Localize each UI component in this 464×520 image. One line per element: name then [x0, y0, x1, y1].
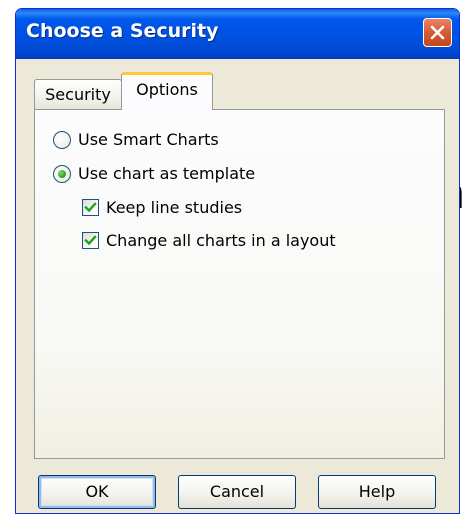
use-smart-charts-radio[interactable]: [53, 130, 71, 149]
close-icon: [430, 25, 445, 40]
choose-security-dialog: Choose a Security Security Options Use S…: [15, 8, 460, 514]
dialog-body: Security Options Use Smart Charts Use ch…: [20, 59, 455, 509]
tab-options[interactable]: Options: [121, 72, 213, 110]
change-all-charts-label: Change all charts in a layout: [106, 231, 336, 250]
use-chart-as-template-radio[interactable]: [53, 164, 71, 183]
change-all-charts-option[interactable]: Change all charts in a layout: [82, 231, 336, 250]
keep-line-studies-label: Keep line studies: [106, 198, 243, 217]
use-chart-as-template-label: Use chart as template: [78, 164, 256, 183]
use-smart-charts-label: Use Smart Charts: [78, 130, 219, 149]
check-mark-icon: [84, 202, 97, 213]
close-button[interactable]: [423, 18, 452, 47]
title-bar[interactable]: Choose a Security: [16, 9, 459, 59]
dialog-title: Choose a Security: [26, 20, 219, 42]
options-tab-panel: Use Smart Charts Use chart as template K…: [34, 109, 445, 459]
radio-selected-dot: [58, 169, 66, 178]
ok-button[interactable]: OK: [38, 475, 156, 509]
change-all-charts-checkbox[interactable]: [82, 232, 99, 249]
screen: n Choose a Security Security Options Use…: [0, 0, 464, 520]
help-button[interactable]: Help: [318, 475, 436, 509]
cancel-button[interactable]: Cancel: [178, 475, 296, 509]
keep-line-studies-checkbox[interactable]: [82, 199, 99, 216]
use-chart-as-template-option[interactable]: Use chart as template: [53, 164, 255, 183]
check-mark-icon: [84, 235, 97, 246]
keep-line-studies-option[interactable]: Keep line studies: [82, 198, 242, 217]
use-smart-charts-option[interactable]: Use Smart Charts: [53, 130, 219, 149]
tab-security[interactable]: Security: [34, 79, 122, 109]
